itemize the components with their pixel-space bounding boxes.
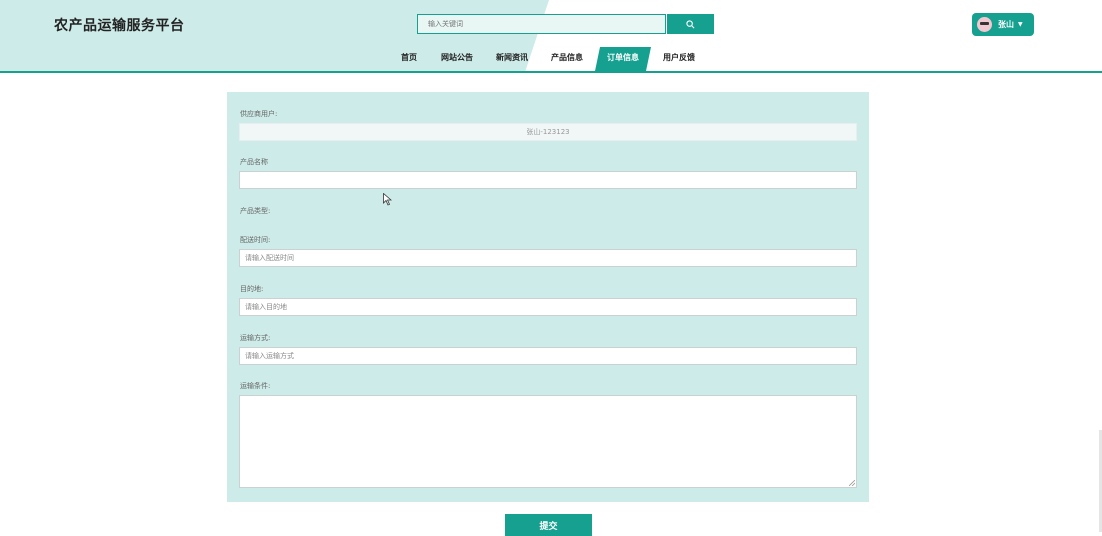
chevron-down-icon: ▼ <box>1018 21 1023 28</box>
delivery-time-label: 配送时间: <box>240 236 271 244</box>
nav-feedback[interactable]: 用户反馈 <box>663 52 695 63</box>
product-name-field[interactable] <box>239 171 857 189</box>
header: 农产品运输服务平台 张山 ▼ 首页 网站公告 新闻资讯 产品信息 订单信息 用户… <box>0 0 1102 73</box>
nav-orders[interactable]: 订单信息 <box>607 52 639 63</box>
nav-home[interactable]: 首页 <box>401 52 417 63</box>
supplier-label: 供应商用户: <box>240 110 278 118</box>
nav-products[interactable]: 产品信息 <box>551 52 583 63</box>
transport-conditions-label: 运输条件: <box>240 382 271 390</box>
header-divider <box>0 71 1102 73</box>
transport-method-label: 运输方式: <box>240 334 271 342</box>
search-input[interactable] <box>417 14 666 34</box>
nav-news[interactable]: 新闻资讯 <box>496 52 528 63</box>
search-button[interactable] <box>667 14 714 34</box>
transport-conditions-textarea[interactable] <box>239 395 857 488</box>
product-type-label: 产品类型: <box>240 207 271 215</box>
site-title: 农产品运输服务平台 <box>54 18 185 34</box>
destination-field[interactable]: 请输入目的地 <box>239 298 857 316</box>
avatar <box>977 17 992 32</box>
user-name: 张山 <box>998 20 1014 29</box>
nav-announcements[interactable]: 网站公告 <box>441 52 473 63</box>
delivery-time-field[interactable]: 请输入配送时间 <box>239 249 857 267</box>
product-name-label: 产品名称 <box>240 158 268 166</box>
mouse-cursor-icon <box>383 193 392 206</box>
destination-label: 目的地: <box>240 285 264 293</box>
search-icon <box>686 19 695 28</box>
resize-handle-icon[interactable] <box>849 480 855 486</box>
user-menu-button[interactable]: 张山 ▼ <box>972 13 1034 36</box>
submit-button[interactable]: 提交 <box>505 514 592 536</box>
transport-method-field[interactable]: 请输入运输方式 <box>239 347 857 365</box>
supplier-field: 张山-123123 <box>239 123 857 141</box>
